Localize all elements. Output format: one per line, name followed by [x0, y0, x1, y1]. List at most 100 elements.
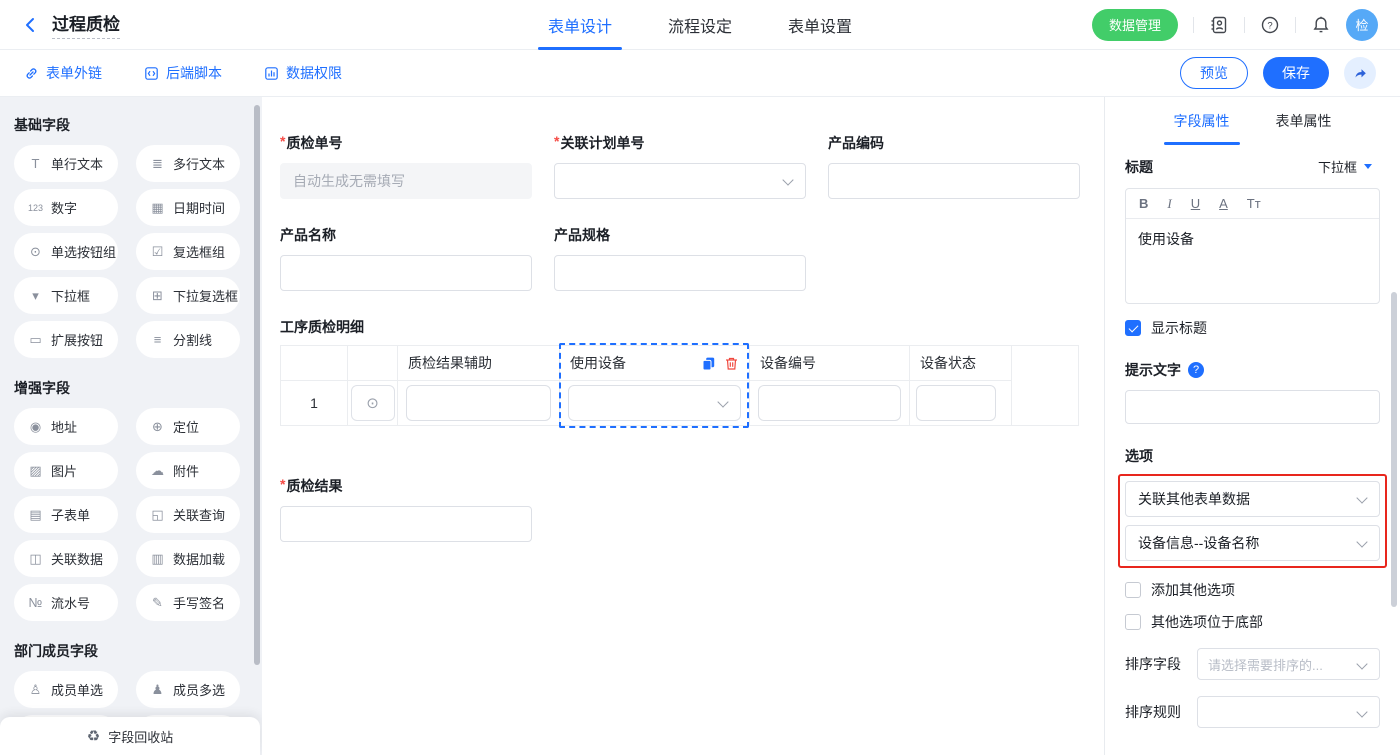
sidebar-field-serial-number[interactable]: №流水号: [14, 584, 118, 621]
sidebar-field-label: 单行文本: [51, 154, 103, 173]
device-select[interactable]: [568, 385, 741, 421]
sidebar-field-member-multi[interactable]: ♟ 成员多选: [136, 671, 240, 708]
show-title-checkbox[interactable]: [1125, 320, 1141, 336]
field-type-select[interactable]: 下拉框: [1310, 153, 1380, 180]
sort-rule-label: 排序规则: [1125, 702, 1197, 722]
font-size-icon[interactable]: Tт: [1247, 196, 1261, 211]
radio-group-icon: ⊙: [27, 244, 44, 260]
sidebar-scrollbar[interactable]: [254, 105, 260, 665]
sidebar-field-attachment[interactable]: ☁附件: [136, 452, 240, 489]
data-manage-button[interactable]: 数据管理: [1092, 9, 1178, 41]
link-icon: [24, 66, 39, 81]
caret-down-icon: [1364, 164, 1372, 169]
sidebar-field-checkbox-group[interactable]: ☑复选框组: [136, 233, 240, 270]
member-single-icon: ♙: [27, 682, 44, 698]
option-source-select[interactable]: 关联其他表单数据: [1125, 481, 1380, 517]
tab-flow-setting[interactable]: 流程设定: [668, 0, 732, 50]
other-option-bottom-checkbox[interactable]: [1125, 614, 1141, 630]
chevron-down-icon: [717, 396, 728, 407]
sidebar-section-title: 部门成员字段: [14, 641, 262, 661]
field-product-spec[interactable]: 产品规格: [554, 225, 806, 291]
sidebar-field-divider[interactable]: ≡分割线: [136, 321, 240, 358]
sidebar-field-linked-data[interactable]: ◫关联数据: [14, 540, 118, 577]
tab-form-setting[interactable]: 表单设置: [788, 0, 852, 50]
member-multi-icon: ♟: [149, 682, 166, 698]
row-picker-button[interactable]: ⊙: [351, 385, 395, 421]
sidebar-field-address[interactable]: ◉地址: [14, 408, 118, 445]
column-header[interactable]: 质检结果辅助: [398, 346, 560, 381]
panel-scrollbar[interactable]: [1391, 292, 1397, 607]
share-button[interactable]: [1344, 57, 1376, 89]
sidebar-field-extend-button[interactable]: ▭扩展按钮: [14, 321, 118, 358]
data-load-icon: ▥: [149, 551, 166, 567]
bold-icon[interactable]: B: [1139, 196, 1148, 211]
product-name-input[interactable]: [280, 255, 532, 291]
column-header[interactable]: 设备状态: [910, 346, 1012, 381]
sidebar-field-image[interactable]: ▨图片: [14, 452, 118, 489]
tab-field-properties[interactable]: 字段属性: [1174, 97, 1230, 145]
empty-column: [1012, 346, 1079, 426]
option-field-select[interactable]: 设备信息--设备名称: [1125, 525, 1380, 561]
contacts-icon[interactable]: [1209, 15, 1229, 35]
sidebar-field-subform[interactable]: ▤子表单: [14, 496, 118, 533]
product-spec-input[interactable]: [554, 255, 806, 291]
sidebar-field-radio-group[interactable]: ⊙单选按钮组: [14, 233, 118, 270]
field-product-code[interactable]: 产品编码: [828, 133, 1080, 199]
sidebar-field-label: 成员多选: [173, 680, 225, 699]
sidebar-field-label: 数字: [51, 198, 77, 217]
column-header[interactable]: 设备编号: [750, 346, 910, 381]
qc-result-input[interactable]: [280, 506, 532, 542]
datetime-icon: ▦: [149, 200, 166, 216]
hint-help-icon[interactable]: [1188, 362, 1204, 378]
column-header-selected[interactable]: 使用设备: [560, 346, 750, 381]
plan-no-select[interactable]: [554, 163, 806, 199]
external-link-action[interactable]: 表单外链: [24, 63, 102, 83]
help-icon[interactable]: ?: [1260, 15, 1280, 35]
sidebar-field-label: 手写签名: [173, 593, 225, 612]
save-button[interactable]: 保存: [1263, 57, 1329, 89]
bell-icon[interactable]: [1311, 15, 1331, 35]
field-product-name[interactable]: 产品名称: [280, 225, 532, 291]
sidebar-field-datetime[interactable]: ▦日期时间: [136, 189, 240, 226]
device-no-input[interactable]: [758, 385, 901, 421]
device-status-input[interactable]: [916, 385, 996, 421]
sidebar-field-member-single[interactable]: ♙成员单选: [14, 671, 118, 708]
sidebar-field-data-load[interactable]: ▥数据加载: [136, 540, 240, 577]
sidebar-field-label: 地址: [51, 417, 77, 436]
field-qc-no[interactable]: 质检单号 自动生成无需填写: [280, 133, 532, 199]
sidebar-field-location[interactable]: ⊕定位: [136, 408, 240, 445]
tab-form-properties[interactable]: 表单属性: [1276, 97, 1332, 145]
italic-icon[interactable]: I: [1167, 196, 1171, 212]
backend-script-action[interactable]: 后端脚本: [144, 63, 222, 83]
trash-icon[interactable]: [724, 356, 739, 371]
sidebar-field-select[interactable]: ▾下拉框: [14, 277, 118, 314]
hint-text-input[interactable]: [1125, 390, 1380, 424]
checkbox-group-icon: ☑: [149, 244, 166, 260]
sidebar-field-multi-select[interactable]: ⊞下拉复选框: [136, 277, 240, 314]
qc-result-helper-input[interactable]: [406, 385, 551, 421]
sidebar-field-signature[interactable]: ✎手写签名: [136, 584, 240, 621]
back-button[interactable]: [22, 16, 40, 34]
copy-icon[interactable]: [701, 356, 716, 371]
sort-rule-select[interactable]: [1197, 696, 1380, 728]
sidebar-field-label: 扩展按钮: [51, 330, 103, 349]
sidebar-field-text[interactable]: T单行文本: [14, 145, 118, 182]
avatar[interactable]: 检: [1346, 9, 1378, 41]
sidebar-field-textarea[interactable]: ≣多行文本: [136, 145, 240, 182]
field-plan-no[interactable]: 关联计划单号: [554, 133, 806, 199]
sidebar-field-linked-query[interactable]: ◱关联查询: [136, 496, 240, 533]
field-qc-result[interactable]: 质检结果: [280, 476, 532, 542]
font-color-icon[interactable]: A: [1219, 196, 1228, 211]
data-permission-action[interactable]: 数据权限: [264, 63, 342, 83]
sidebar-field-label: 多行文本: [173, 154, 225, 173]
underline-icon[interactable]: U: [1191, 196, 1200, 211]
title-value-input[interactable]: 使用设备: [1126, 219, 1379, 303]
field-recycle-bin[interactable]: ♻ 字段回收站: [0, 717, 260, 755]
product-code-input[interactable]: [828, 163, 1080, 199]
sidebar-field-number[interactable]: 123数字: [14, 189, 118, 226]
preview-button[interactable]: 预览: [1180, 57, 1248, 89]
sort-field-select[interactable]: 请选择需要排序的...: [1197, 648, 1380, 680]
page-title[interactable]: 过程质检: [52, 10, 120, 39]
tab-form-design[interactable]: 表单设计: [548, 0, 612, 50]
add-other-option-checkbox[interactable]: [1125, 582, 1141, 598]
